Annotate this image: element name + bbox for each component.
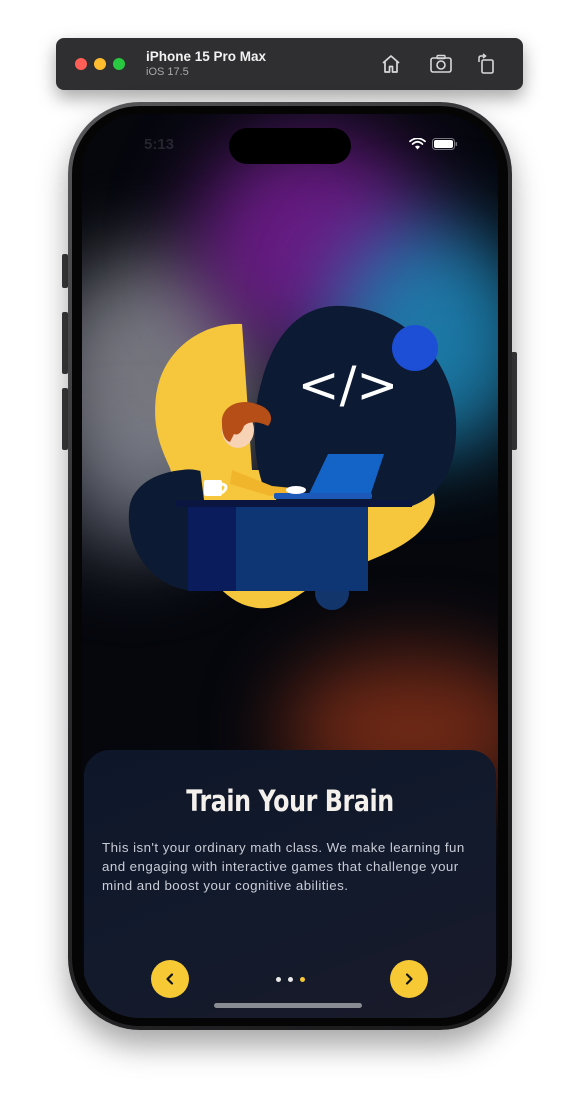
rotate-button[interactable]	[474, 51, 500, 77]
page-dot-active[interactable]	[299, 977, 305, 982]
desk-side	[188, 507, 236, 591]
page-description: This isn't your ordinary math class. We …	[102, 840, 465, 893]
simulator-toolbar: iPhone 15 Pro Max iOS 17.5	[56, 38, 523, 90]
desk-top	[176, 500, 412, 507]
simulator-window: iPhone 15 Pro Max iOS 17.5 5:13 </> Trai…	[0, 0, 579, 1108]
mug	[204, 480, 222, 496]
next-button[interactable]	[390, 960, 428, 998]
app-screen: 5:13 </> Train Your Brain This isn't you…	[82, 114, 498, 1018]
laptop-base	[274, 493, 372, 499]
developer-illustration: </>	[128, 305, 457, 610]
minimize-window-button[interactable]	[94, 58, 106, 70]
screenshot-icon	[430, 54, 452, 73]
wifi-icon	[409, 138, 426, 150]
person-hand	[286, 486, 306, 494]
battery-icon	[432, 138, 458, 150]
blue-dot	[392, 325, 438, 371]
page-dot[interactable]	[275, 977, 281, 982]
home-icon	[382, 55, 400, 73]
os-version: iOS 17.5	[146, 66, 189, 78]
device-name: iPhone 15 Pro Max	[146, 49, 267, 64]
code-symbol: </>	[298, 356, 399, 414]
zoom-window-button[interactable]	[113, 58, 125, 70]
home-button[interactable]	[378, 51, 404, 77]
status-time: 5:13	[144, 136, 175, 153]
close-window-button[interactable]	[75, 58, 87, 70]
onboarding-card: Train Your Brain This isn't your ordinar…	[84, 750, 496, 1018]
page-indicator	[84, 977, 496, 982]
page-title: Train Your Brain	[186, 784, 394, 818]
home-indicator[interactable]	[214, 1003, 362, 1008]
rotate-icon	[478, 53, 494, 74]
page-dot[interactable]	[287, 977, 293, 982]
chevron-right-icon	[405, 973, 413, 985]
screenshot-button[interactable]	[428, 51, 454, 77]
dynamic-island	[229, 128, 351, 164]
